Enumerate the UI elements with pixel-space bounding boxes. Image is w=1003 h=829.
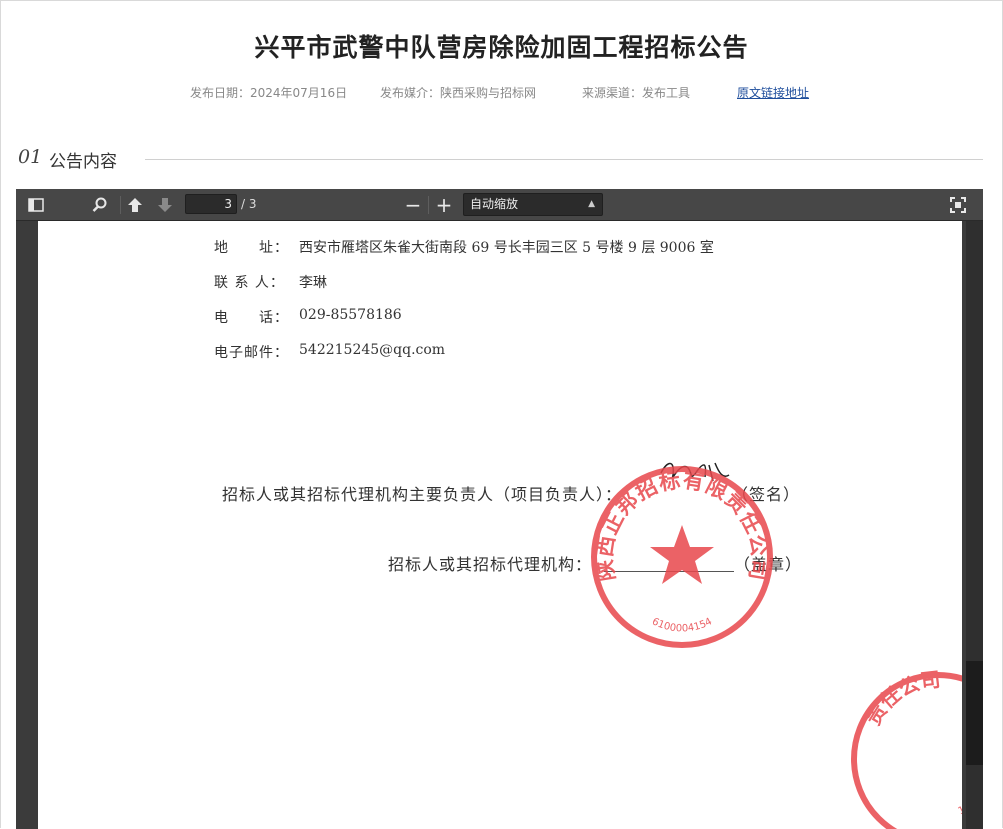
page-title: 兴平市武警中队营房除险加固工程招标公告 [254,33,749,62]
stamp2-text: 责任公司 [861,669,942,729]
sidebar-toggle-icon[interactable] [25,194,47,216]
signature-line: 招标人或其招标代理机构主要负责人（项目负责人）： [222,485,623,504]
phone-label: 电 话： [214,310,289,326]
pdf-page: 地 址： 西安市雁塔区朱雀大街南段 69 号长丰园三区 5 号楼 9 层 900… [38,221,962,829]
phone-value: 029-85578186 [299,307,402,323]
search-icon[interactable] [89,194,111,216]
select-arrows-icon: ▲ [588,199,595,209]
company-seal-stamp: 陕西正邦招标有限责任公司 6100004154 [591,466,773,648]
prev-page-icon[interactable] [124,194,146,216]
company-seal-stamp-partial: 责任公司 15488 [851,669,962,829]
contact-label: 联 系 人： [214,275,285,291]
address-label: 地 址： [214,240,289,256]
address-value: 西安市雁塔区朱雀大街南段 69 号长丰园三区 5 号楼 9 层 9006 室 [299,240,714,256]
source-channel: 来源渠道：发布工具 [582,86,691,100]
svg-text:15488: 15488 [957,790,962,818]
seal-line: 招标人或其招标代理机构： [388,555,593,574]
section-divider [145,159,983,160]
next-page-icon[interactable] [154,194,176,216]
publish-date: 发布日期：2024年07月16日 [190,86,348,100]
zoom-in-icon[interactable]: + [433,193,455,217]
pdf-scroll-thumb[interactable] [966,661,983,765]
fullscreen-icon[interactable] [947,194,969,216]
zoom-select-label: 自动缩放 [470,197,519,211]
stamp2-number: 15488 [957,790,962,818]
svg-text:6100004154: 6100004154 [650,616,714,634]
zoom-select[interactable]: 自动缩放 ▲ [463,193,603,216]
contact-value: 李琳 [299,275,327,291]
publish-media: 发布媒介：陕西采购与招标网 [380,86,537,100]
stamp-number: 6100004154 [650,616,714,634]
zoom-out-icon[interactable]: − [402,193,424,217]
pdf-viewer: 3 / 3 − + 自动缩放 ▲ 地 址： 西安市雁塔区朱雀大街南段 69 号长… [16,189,983,829]
pdf-content-area[interactable]: 地 址： 西安市雁塔区朱雀大街南段 69 号长丰园三区 5 号楼 9 层 900… [16,221,983,829]
section-number: 01 [18,146,43,168]
email-label: 电子邮件： [214,345,289,361]
section-title: 公告内容 [49,152,117,172]
email-value: 542215245@qq.com [299,342,446,358]
original-link[interactable]: 原文链接地址 [737,84,809,101]
page-total: / 3 [241,197,257,211]
page-number-input[interactable]: 3 [185,194,237,214]
pdf-toolbar: 3 / 3 − + 自动缩放 ▲ [16,189,983,221]
svg-text:责任公司: 责任公司 [861,669,942,729]
